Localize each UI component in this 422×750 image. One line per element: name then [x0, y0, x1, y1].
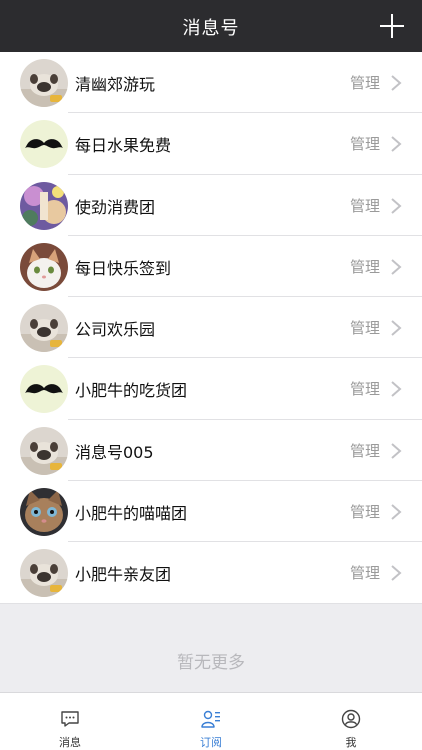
tab-messages[interactable]: 消息 [30, 693, 110, 750]
mustache-avatar [20, 120, 68, 169]
manage-link[interactable]: 管理 [350, 562, 380, 583]
chevron-right-icon [391, 136, 402, 153]
chevron-right-icon [391, 320, 402, 336]
list-item[interactable]: 每日水果免费 管理 [0, 113, 422, 175]
subscription-name: 消息号005 [75, 442, 154, 462]
manage-link[interactable]: 管理 [350, 378, 380, 399]
tab-subscribe-label: 订阅 [200, 736, 222, 749]
list-item[interactable]: 使劲消费团 管理 [0, 174, 422, 237]
tab-bar: 消息 订阅 我 [0, 692, 422, 750]
manage-link[interactable]: 管理 [350, 72, 380, 93]
chevron-right-icon [391, 197, 402, 214]
user-icon [341, 709, 361, 729]
list-item[interactable]: 小肥牛亲友团 管理 [0, 542, 422, 604]
subscribe-icon [201, 710, 220, 728]
pug-avatar [20, 426, 68, 475]
chevron-right-icon [391, 565, 402, 582]
page-title: 消息号 [182, 18, 240, 39]
subscription-name: 小肥牛亲友团 [75, 565, 172, 585]
list-item[interactable]: 每日快乐签到 管理 [0, 235, 422, 298]
list-item[interactable]: 公司欢乐园 管理 [0, 297, 422, 359]
chat-icon [61, 711, 79, 727]
manage-link[interactable]: 管理 [350, 440, 380, 461]
chevron-right-icon [391, 75, 402, 91]
manage-link[interactable]: 管理 [350, 195, 380, 216]
chevron-right-icon [391, 381, 402, 398]
cat-avatar [20, 242, 68, 291]
tab-subscribe[interactable]: 订阅 [171, 693, 251, 750]
pug-avatar [20, 59, 68, 107]
empty-state: 暂无更多 [0, 604, 422, 692]
cat-face-avatar [20, 488, 68, 537]
subscription-name: 使劲消费团 [75, 197, 156, 217]
list-item[interactable]: 清幽郊游玩 管理 [0, 52, 422, 114]
plus-icon[interactable] [380, 14, 404, 38]
tab-messages-label: 消息 [59, 736, 81, 749]
subscription-name: 每日水果免费 [75, 136, 172, 156]
manage-link[interactable]: 管理 [350, 256, 380, 277]
subscription-name: 小肥牛的吃货团 [75, 381, 188, 401]
list-item[interactable]: 小肥牛的喵喵团 管理 [0, 481, 422, 543]
list-item[interactable]: 小肥牛的吃货团 管理 [0, 358, 422, 421]
empty-state-text: 暂无更多 [177, 653, 245, 673]
chevron-right-icon [391, 504, 402, 520]
subscription-name: 清幽郊游玩 [75, 75, 156, 94]
chevron-right-icon [391, 259, 402, 275]
manage-link[interactable]: 管理 [350, 133, 380, 154]
tab-me-label: 我 [345, 736, 357, 749]
pug-avatar [20, 304, 68, 353]
tab-me[interactable]: 我 [311, 693, 391, 750]
pug-avatar [20, 549, 68, 598]
anime-avatar [20, 181, 68, 230]
subscription-name: 每日快乐签到 [75, 258, 172, 278]
manage-link[interactable]: 管理 [350, 317, 380, 338]
mustache-avatar [20, 365, 68, 414]
chevron-right-icon [391, 443, 402, 459]
top-bar: 消息号 [0, 0, 422, 52]
manage-link[interactable]: 管理 [350, 501, 380, 522]
list-item[interactable]: 消息号005 管理 [0, 419, 422, 482]
subscription-list: 清幽郊游玩 管理 每日水果免费 管理 使劲消费团 管理 每日快乐签到 管理 公司… [0, 52, 422, 604]
subscription-name: 公司欢乐园 [75, 320, 156, 340]
subscription-name: 小肥牛的喵喵团 [75, 504, 188, 524]
